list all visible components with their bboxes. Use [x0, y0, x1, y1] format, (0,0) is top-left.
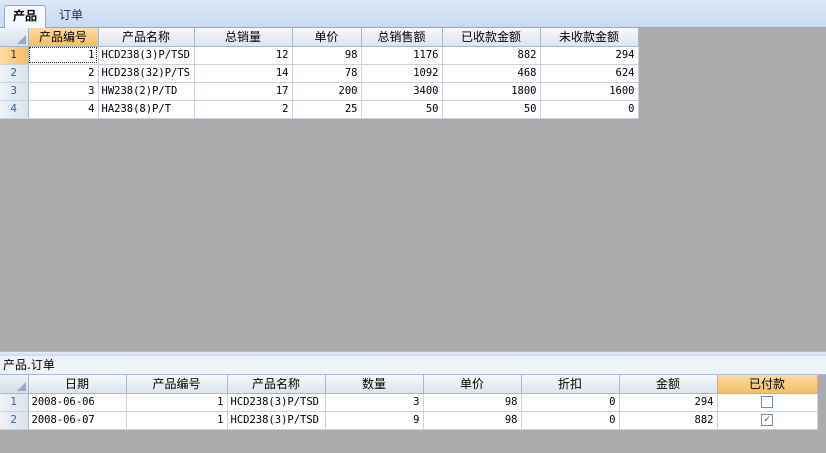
cell-paid: ✓: [717, 411, 818, 430]
detail-caption: 产品.订单: [0, 356, 826, 375]
cell-product-name[interactable]: HCD238(3)P/TSD: [227, 411, 326, 430]
cell-total-qty[interactable]: 2: [194, 100, 293, 119]
cell-product-name[interactable]: HCD238(3)P/TSD: [98, 46, 195, 65]
select-all-corner[interactable]: [0, 375, 29, 394]
row-header[interactable]: 4: [0, 100, 29, 119]
cell-product-name[interactable]: HW238(2)P/TD: [98, 82, 195, 101]
cell-amount[interactable]: 294: [619, 393, 718, 412]
cell-product-id[interactable]: 2: [28, 64, 99, 83]
orders-header-row: 日期 产品编号 产品名称 数量 单价 折扣 金额 已付款: [0, 375, 818, 394]
col-header-product-name[interactable]: 产品名称: [98, 28, 195, 47]
col-header-product-name[interactable]: 产品名称: [227, 375, 326, 394]
tab-products[interactable]: 产品: [4, 5, 46, 29]
col-header-amount[interactable]: 金额: [619, 375, 718, 394]
table-row[interactable]: 1 1 HCD238(3)P/TSD 12 98 1176 882 294: [0, 46, 639, 65]
table-row[interactable]: 2 2008-06-07 1 HCD238(3)P/TSD 9 98 0 882…: [0, 411, 818, 430]
cell-total-sales[interactable]: 1176: [361, 46, 443, 65]
cell-date[interactable]: 2008-06-06: [28, 393, 127, 412]
col-header-paid[interactable]: 已付款: [717, 375, 818, 394]
cell-discount[interactable]: 0: [521, 393, 620, 412]
cell-discount[interactable]: 0: [521, 411, 620, 430]
col-header-received[interactable]: 已收款金额: [442, 28, 541, 47]
cell-unit-price[interactable]: 78: [292, 64, 362, 83]
col-header-quantity[interactable]: 数量: [325, 375, 424, 394]
cell-paid: [717, 393, 818, 412]
cell-total-qty[interactable]: 14: [194, 64, 293, 83]
cell-product-id[interactable]: 1: [28, 46, 99, 65]
col-header-unit-price[interactable]: 单价: [292, 28, 362, 47]
table-row[interactable]: 4 4 HA238(8)P/T 2 25 50 50 0: [0, 100, 639, 119]
cell-unreceived[interactable]: 624: [540, 64, 639, 83]
col-header-product-id[interactable]: 产品编号: [126, 375, 228, 394]
col-header-discount[interactable]: 折扣: [521, 375, 620, 394]
row-header[interactable]: 1: [0, 393, 29, 412]
row-header[interactable]: 1: [0, 46, 29, 65]
cell-unit-price[interactable]: 200: [292, 82, 362, 101]
cell-unreceived[interactable]: 1600: [540, 82, 639, 101]
cell-quantity[interactable]: 9: [325, 411, 424, 430]
cell-received[interactable]: 468: [442, 64, 541, 83]
cell-total-sales[interactable]: 50: [361, 100, 443, 119]
paid-checkbox[interactable]: ✓: [761, 414, 773, 426]
cell-total-qty[interactable]: 17: [194, 82, 293, 101]
cell-received[interactable]: 882: [442, 46, 541, 65]
table-row[interactable]: 3 3 HW238(2)P/TD 17 200 3400 1800 1600: [0, 82, 639, 101]
cell-product-name[interactable]: HCD238(3)P/TSD: [227, 393, 326, 412]
products-grid: 产品编号 产品名称 总销量 单价 总销售额 已收款金额 未收款金额 1 1 HC…: [0, 28, 639, 119]
tab-orders[interactable]: 订单: [52, 5, 90, 28]
products-header-row: 产品编号 产品名称 总销量 单价 总销售额 已收款金额 未收款金额: [0, 28, 639, 47]
cell-amount[interactable]: 882: [619, 411, 718, 430]
cell-unreceived[interactable]: 294: [540, 46, 639, 65]
col-header-date[interactable]: 日期: [28, 375, 127, 394]
cell-product-id[interactable]: 1: [126, 393, 228, 412]
cell-unit-price[interactable]: 25: [292, 100, 362, 119]
cell-received[interactable]: 50: [442, 100, 541, 119]
cell-total-sales[interactable]: 1092: [361, 64, 443, 83]
col-header-total-sales[interactable]: 总销售额: [361, 28, 443, 47]
col-header-unreceived[interactable]: 未收款金额: [540, 28, 639, 47]
cell-product-id[interactable]: 3: [28, 82, 99, 101]
cell-date[interactable]: 2008-06-07: [28, 411, 127, 430]
col-header-product-id[interactable]: 产品编号: [28, 28, 99, 47]
col-header-unit-price[interactable]: 单价: [423, 375, 522, 394]
paid-checkbox[interactable]: [761, 396, 773, 408]
cell-quantity[interactable]: 3: [325, 393, 424, 412]
col-header-total-qty[interactable]: 总销量: [194, 28, 293, 47]
row-header[interactable]: 2: [0, 64, 29, 83]
table-row[interactable]: 2 2 HCD238(32)P/TS 14 78 1092 468 624: [0, 64, 639, 83]
row-header[interactable]: 2: [0, 411, 29, 430]
tab-strip: 产品 订单: [0, 0, 826, 29]
cell-received[interactable]: 1800: [442, 82, 541, 101]
cell-product-id[interactable]: 4: [28, 100, 99, 119]
cell-product-name[interactable]: HA238(8)P/T: [98, 100, 195, 119]
cell-unit-price[interactable]: 98: [423, 393, 522, 412]
row-header[interactable]: 3: [0, 82, 29, 101]
cell-unit-price[interactable]: 98: [423, 411, 522, 430]
cell-total-qty[interactable]: 12: [194, 46, 293, 65]
cell-unreceived[interactable]: 0: [540, 100, 639, 119]
orders-grid: 日期 产品编号 产品名称 数量 单价 折扣 金额 已付款 1 2008-06-0…: [0, 375, 818, 430]
table-row[interactable]: 1 2008-06-06 1 HCD238(3)P/TSD 3 98 0 294: [0, 393, 818, 412]
cell-product-id[interactable]: 1: [126, 411, 228, 430]
cell-total-sales[interactable]: 3400: [361, 82, 443, 101]
select-all-corner[interactable]: [0, 28, 29, 47]
cell-product-name[interactable]: HCD238(32)P/TS: [98, 64, 195, 83]
cell-unit-price[interactable]: 98: [292, 46, 362, 65]
